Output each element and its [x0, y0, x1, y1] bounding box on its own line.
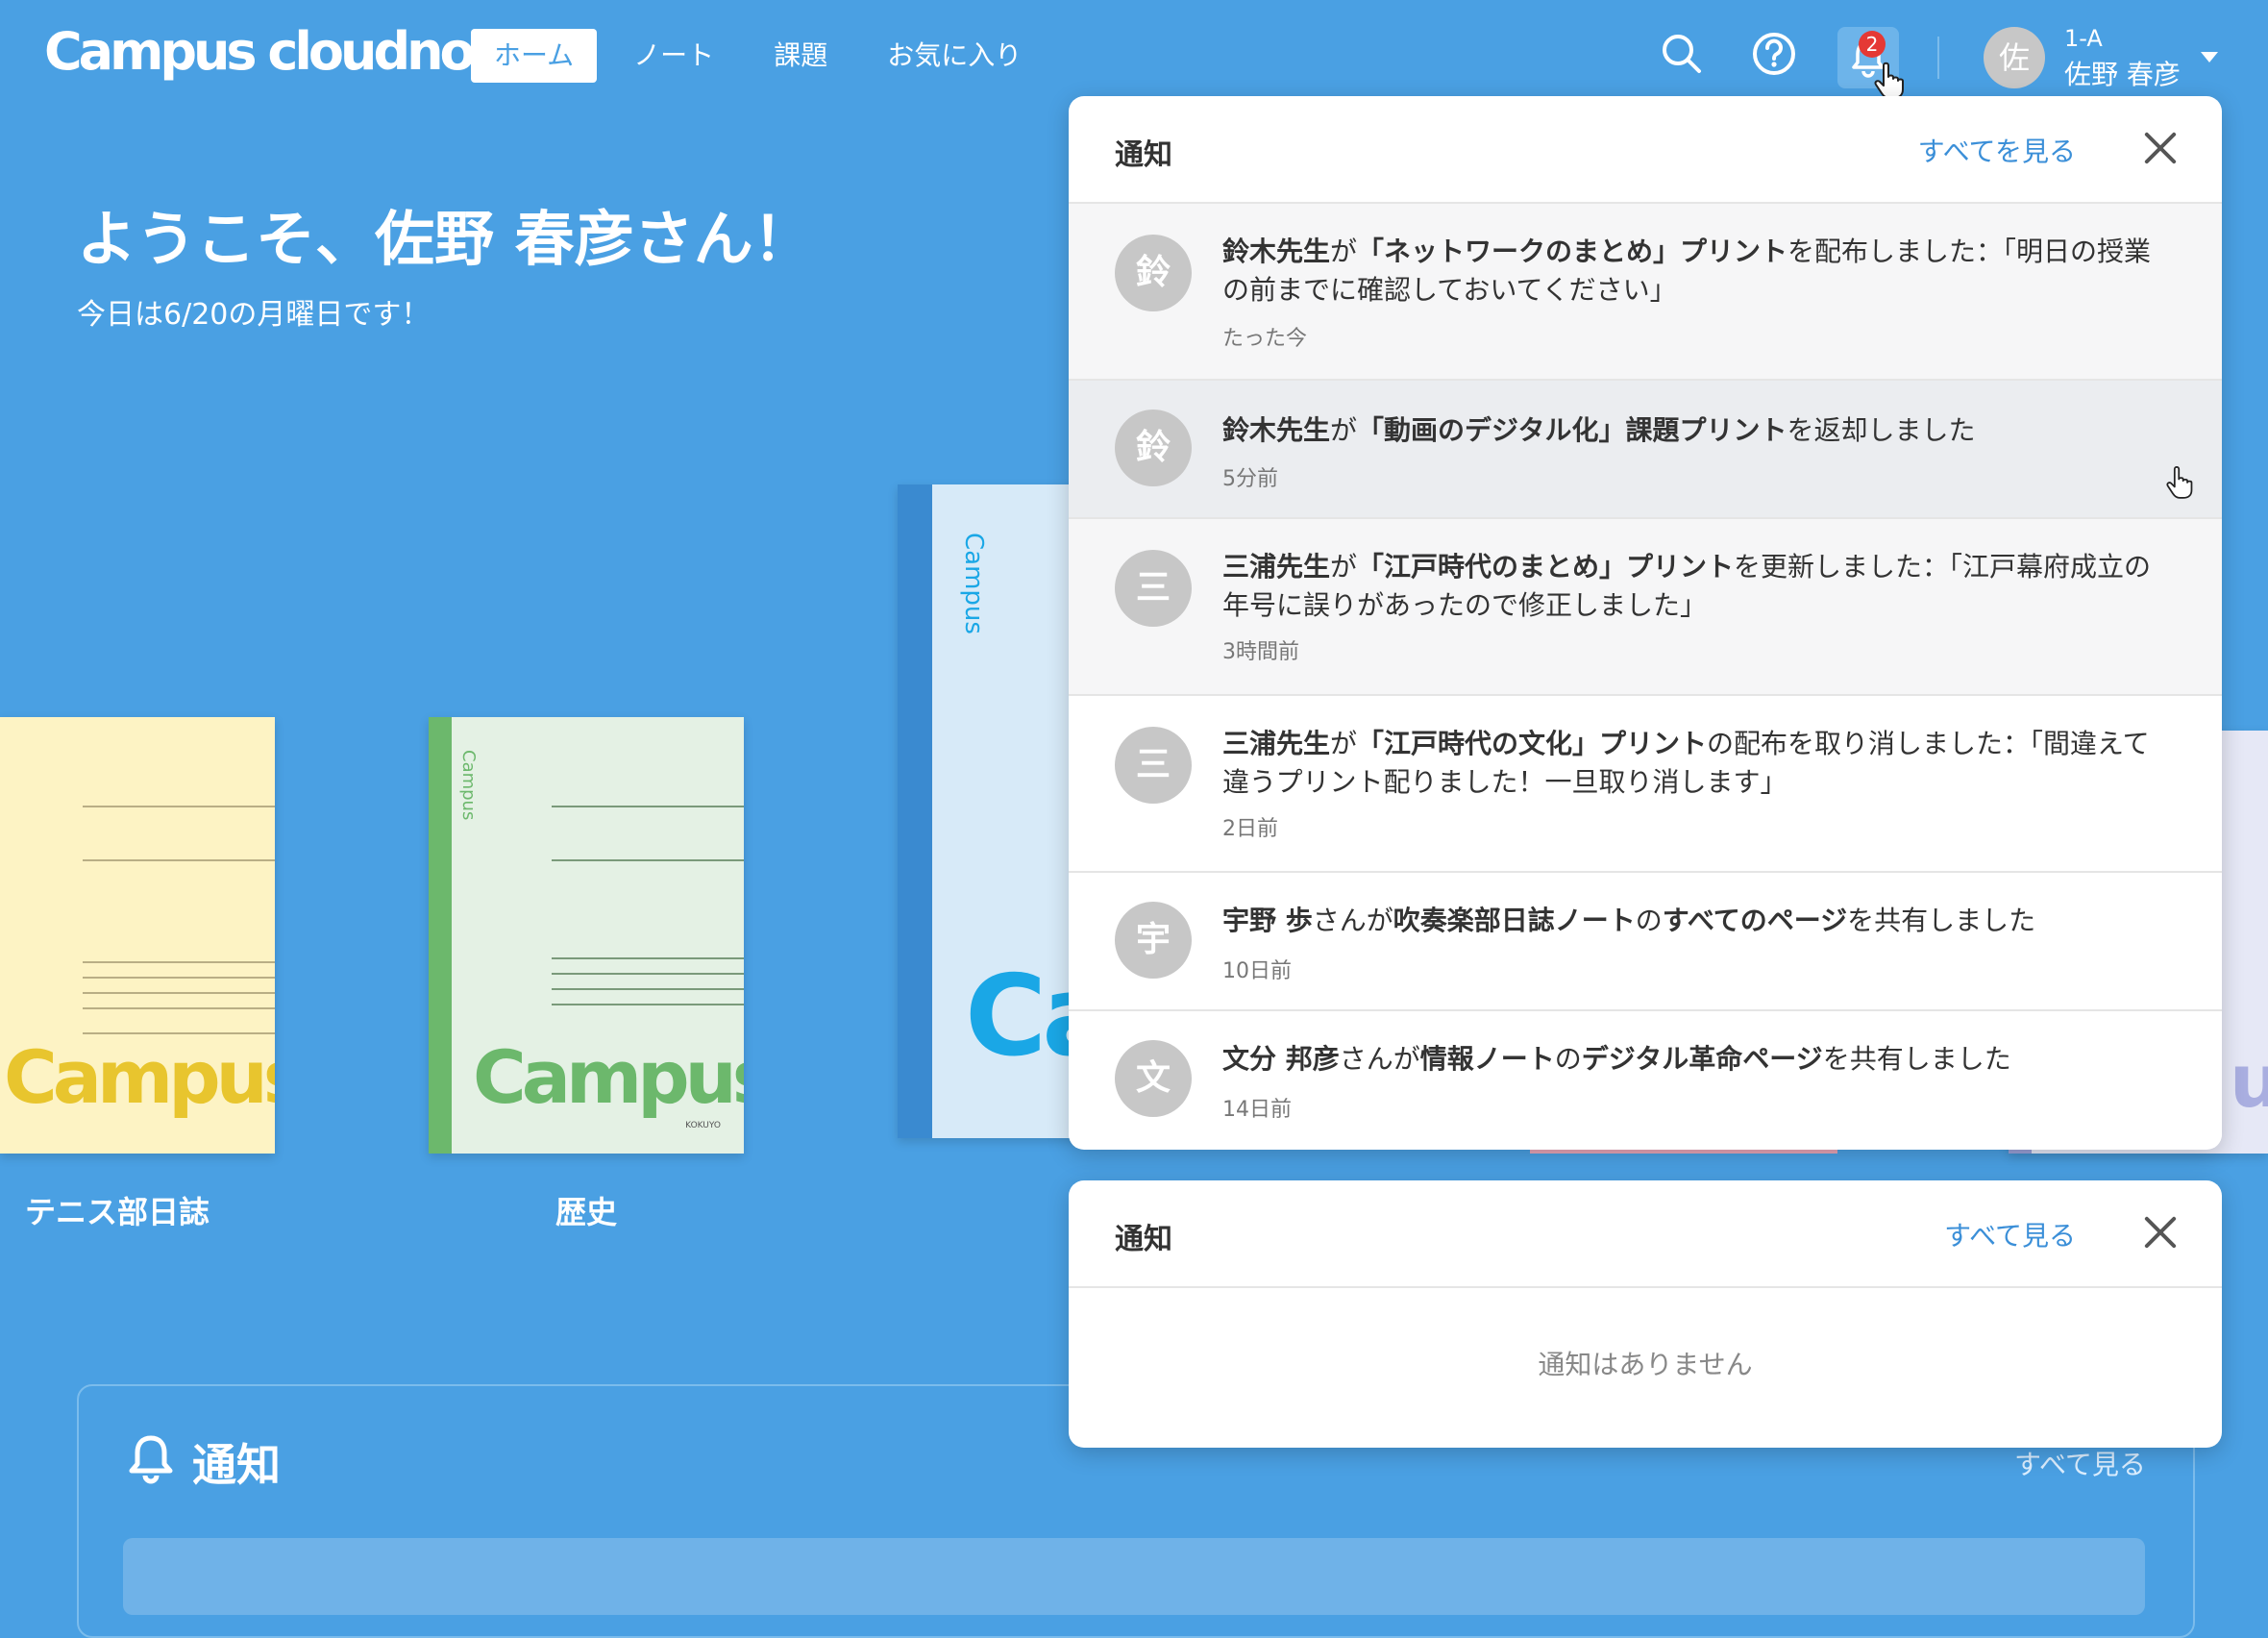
notebook-brand-partial: us: [2230, 1038, 2268, 1124]
notification-dropdown-empty: 通知 すべて見る 通知はありません: [1069, 1180, 2222, 1448]
tab-home[interactable]: ホーム: [471, 29, 598, 83]
maker-logo-mark: KOKUYO: [685, 1121, 721, 1130]
see-all-link[interactable]: すべて見る: [2014, 1444, 2146, 1482]
hand-cursor-icon: [1874, 62, 1904, 99]
notification-text: 鈴木先生が「動画のデジタル化」課題プリントを返却しました: [1222, 414, 1976, 446]
notification-item[interactable]: 鈴 鈴木先生が「ネットワークのまとめ」プリントを配布しました：「明日の授業の前ま…: [1069, 204, 2222, 381]
main-nav: ホーム ノート 課題 お気に入り: [471, 29, 1045, 83]
notification-text: 文分 邦彦さんが情報ノートのデジタル革命ページを共有しました: [1222, 1043, 2011, 1075]
notification-dropdown: 通知 すべてを見る 鈴 鈴木先生が「ネットワークのまとめ」プリントを配布しました…: [1069, 96, 2222, 1150]
header-divider: [1937, 37, 1939, 79]
notification-text: 三浦先生が「江戸時代のまとめ」プリントを更新しました：「江戸幕府成立の年号に誤り…: [1222, 551, 2152, 621]
notification-item[interactable]: 鈴 鈴木先生が「動画のデジタル化」課題プリントを返却しました 5分前: [1069, 381, 2222, 519]
notebook-brand: Campus: [4, 1034, 275, 1120]
notification-item[interactable]: 文 文分 邦彦さんが情報ノートのデジタル革命ページを共有しました 14日前: [1069, 1011, 2222, 1148]
notification-time: たった今: [1222, 327, 1308, 351]
avatar: 鈴: [1115, 410, 1192, 486]
notification-item[interactable]: 三 三浦先生が「江戸時代の文化」プリントの配布を取り消しました：「間違えて違うプ…: [1069, 696, 2222, 873]
notification-text: 三浦先生が「江戸時代の文化」プリントの配布を取り消しました：「間違えて違うプリン…: [1222, 728, 2150, 798]
user-class: 1-A: [2064, 25, 2103, 52]
tab-favorites[interactable]: お気に入り: [864, 29, 1045, 83]
panel-header: 通知 すべてを見る: [1069, 96, 2222, 204]
notebook-tennis[interactable]: Campus: [0, 717, 275, 1154]
close-icon[interactable]: [2141, 1213, 2180, 1252]
notification-item[interactable]: 宇 宇野 歩さんが吹奏楽部日誌ノートのすべてのページを共有しました 10日前: [1069, 873, 2222, 1011]
notification-text: 鈴木先生が「ネットワークのまとめ」プリントを配布しました：「明日の授業の前までに…: [1222, 236, 2152, 306]
notification-item[interactable]: 三 三浦先生が「江戸時代のまとめ」プリントを更新しました：「江戸幕府成立の年号に…: [1069, 519, 2222, 696]
notification-time: 10日前: [1222, 959, 1292, 983]
avatar: 宇: [1115, 902, 1192, 979]
search-icon[interactable]: [1659, 31, 1705, 77]
section-title: 通知: [192, 1439, 281, 1491]
chevron-down-icon[interactable]: [2201, 52, 2218, 62]
user-avatar[interactable]: 佐: [1984, 27, 2045, 88]
avatar: 三: [1115, 727, 1192, 804]
panel-header: 通知 すべて見る: [1069, 1180, 2222, 1288]
avatar: 文: [1115, 1040, 1192, 1117]
app-logo[interactable]: Campus cloudnote: [44, 21, 528, 82]
notebook-spine-brand: Campus: [959, 533, 988, 634]
user-name[interactable]: 佐野 春彦: [2064, 54, 2181, 92]
avatar: 三: [1115, 550, 1192, 627]
notification-text: 宇野 歩さんが吹奏楽部日誌ノートのすべてのページを共有しました: [1222, 905, 2036, 936]
help-icon[interactable]: [1751, 31, 1797, 77]
notification-time: 5分前: [1222, 467, 1278, 491]
notebook-label-tennis[interactable]: テニス部日誌: [25, 1188, 210, 1232]
notebook-label-history[interactable]: 歴史: [555, 1188, 617, 1232]
panel-title: 通知: [1115, 1223, 1172, 1256]
bell-icon: [129, 1435, 173, 1484]
hand-cursor-icon: [2166, 466, 2193, 499]
welcome-title: ようこそ、佐野 春彦さん！: [77, 204, 813, 274]
list-item[interactable]: [123, 1538, 2145, 1615]
today-date: 今日は6/20の月曜日です！: [77, 298, 431, 332]
avatar: 鈴: [1115, 235, 1192, 311]
notebook-brand: Campus: [473, 1034, 744, 1120]
notebook-history[interactable]: Campus Campus KOKUYO: [429, 717, 744, 1154]
notification-count-badge: 2: [1859, 31, 1886, 58]
tab-notes[interactable]: ノート: [610, 29, 737, 83]
notification-time: 14日前: [1222, 1098, 1292, 1122]
notification-time: 3時間前: [1222, 640, 1299, 664]
notification-time: 2日前: [1222, 817, 1278, 841]
notebook-spine-brand: Campus: [458, 750, 479, 821]
see-all-link[interactable]: すべて見る: [1944, 1215, 2076, 1253]
tab-assignments[interactable]: 課題: [751, 29, 850, 83]
empty-message: 通知はありません: [1538, 1349, 1753, 1380]
close-icon[interactable]: [2141, 129, 2180, 167]
panel-title: 通知: [1115, 138, 1172, 172]
see-all-link[interactable]: すべてを見る: [1918, 131, 2076, 169]
